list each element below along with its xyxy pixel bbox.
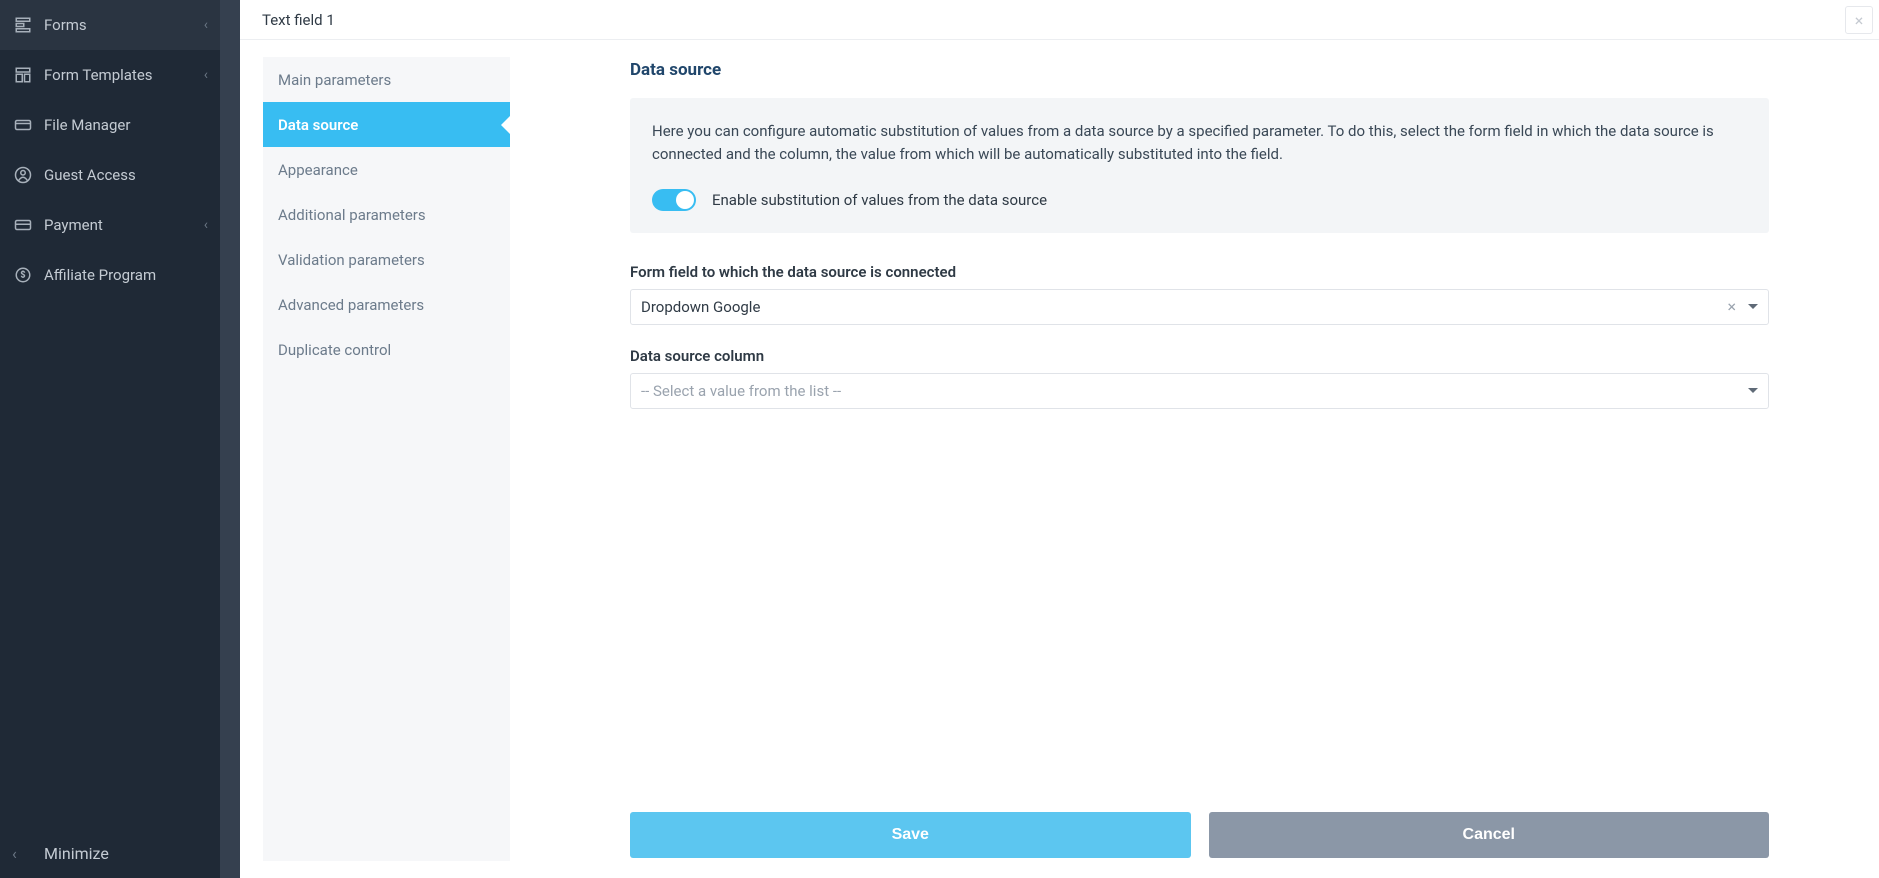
close-icon: × <box>1855 11 1864 30</box>
tab-additional-parameters[interactable]: Additional parameters <box>263 192 510 237</box>
field-settings-dialog: Text field 1 × Main parameters Data sour… <box>240 0 1879 878</box>
sidebar-item-templates[interactable]: Form Templates ‹ <box>0 50 220 100</box>
tab-label: Appearance <box>278 161 358 179</box>
dialog-close-button[interactable]: × <box>1845 6 1873 34</box>
sidebar-item-label: File Manager <box>44 116 208 134</box>
dialog-title: Text field 1 <box>262 11 335 29</box>
affiliate-icon <box>12 264 34 286</box>
sidebar-item-payment[interactable]: Payment ‹ <box>0 200 220 250</box>
tab-label: Main parameters <box>278 71 391 89</box>
settings-tabs: Main parameters Data source Appearance A… <box>263 57 510 861</box>
tab-label: Duplicate control <box>278 341 391 359</box>
sidebar-item-label: Guest Access <box>44 166 208 184</box>
select-clear-button[interactable]: × <box>1721 297 1742 316</box>
tab-label: Validation parameters <box>278 251 425 269</box>
dialog-buttons: Save Cancel <box>630 792 1769 858</box>
sidebar-item-guest-access[interactable]: Guest Access <box>0 150 220 200</box>
tab-appearance[interactable]: Appearance <box>263 147 510 192</box>
file-manager-icon <box>12 114 34 136</box>
app-sidebar: Forms ‹ Form Templates ‹ File Manager Gu… <box>0 0 220 878</box>
info-box: Here you can configure automatic substit… <box>630 98 1769 233</box>
templates-icon <box>12 64 34 86</box>
background-strip <box>220 0 240 878</box>
data-source-column-label: Data source column <box>630 347 1769 365</box>
tab-label: Data source <box>278 116 358 134</box>
dialog-header: Text field 1 <box>240 0 1879 40</box>
guest-access-icon <box>12 164 34 186</box>
tab-label: Additional parameters <box>278 206 426 224</box>
payment-icon <box>12 214 34 236</box>
form-field-label: Form field to which the data source is c… <box>630 263 1769 281</box>
enable-substitution-toggle[interactable] <box>652 189 696 211</box>
tab-duplicate-control[interactable]: Duplicate control <box>263 327 510 372</box>
tab-advanced-parameters[interactable]: Advanced parameters <box>263 282 510 327</box>
chevron-left-icon: ‹ <box>12 844 34 863</box>
sidebar-item-affiliate[interactable]: Affiliate Program <box>0 250 220 300</box>
save-button[interactable]: Save <box>630 812 1191 858</box>
section-title: Data source <box>630 60 1769 80</box>
caret-down-icon <box>1748 388 1758 393</box>
select-placeholder: -- Select a value from the list -- <box>641 382 1742 400</box>
minimize-label: Minimize <box>44 844 109 863</box>
tab-validation-parameters[interactable]: Validation parameters <box>263 237 510 282</box>
form-field-select[interactable]: Dropdown Google × <box>630 289 1769 325</box>
chevron-left-icon: ‹ <box>204 67 208 83</box>
caret-down-icon <box>1748 304 1758 309</box>
sidebar-item-forms[interactable]: Forms ‹ <box>0 0 220 50</box>
sidebar-item-label: Affiliate Program <box>44 266 208 284</box>
sidebar-item-label: Form Templates <box>44 66 204 84</box>
chevron-left-icon: ‹ <box>204 217 208 233</box>
chevron-left-icon: ‹ <box>204 17 208 33</box>
sidebar-item-label: Forms <box>44 16 204 34</box>
data-source-column-select[interactable]: -- Select a value from the list -- <box>630 373 1769 409</box>
tab-main-parameters[interactable]: Main parameters <box>263 57 510 102</box>
sidebar-item-label: Payment <box>44 216 204 234</box>
cancel-button[interactable]: Cancel <box>1209 812 1770 858</box>
select-value: Dropdown Google <box>641 298 1721 316</box>
info-text: Here you can configure automatic substit… <box>652 120 1747 167</box>
tab-label: Advanced parameters <box>278 296 424 314</box>
sidebar-minimize[interactable]: ‹ Minimize <box>0 828 220 878</box>
toggle-label: Enable substitution of values from the d… <box>712 191 1047 209</box>
forms-icon <box>12 14 34 36</box>
tab-data-source[interactable]: Data source <box>263 102 510 147</box>
settings-content: Data source Here you can configure autom… <box>510 40 1879 878</box>
sidebar-item-file-manager[interactable]: File Manager <box>0 100 220 150</box>
